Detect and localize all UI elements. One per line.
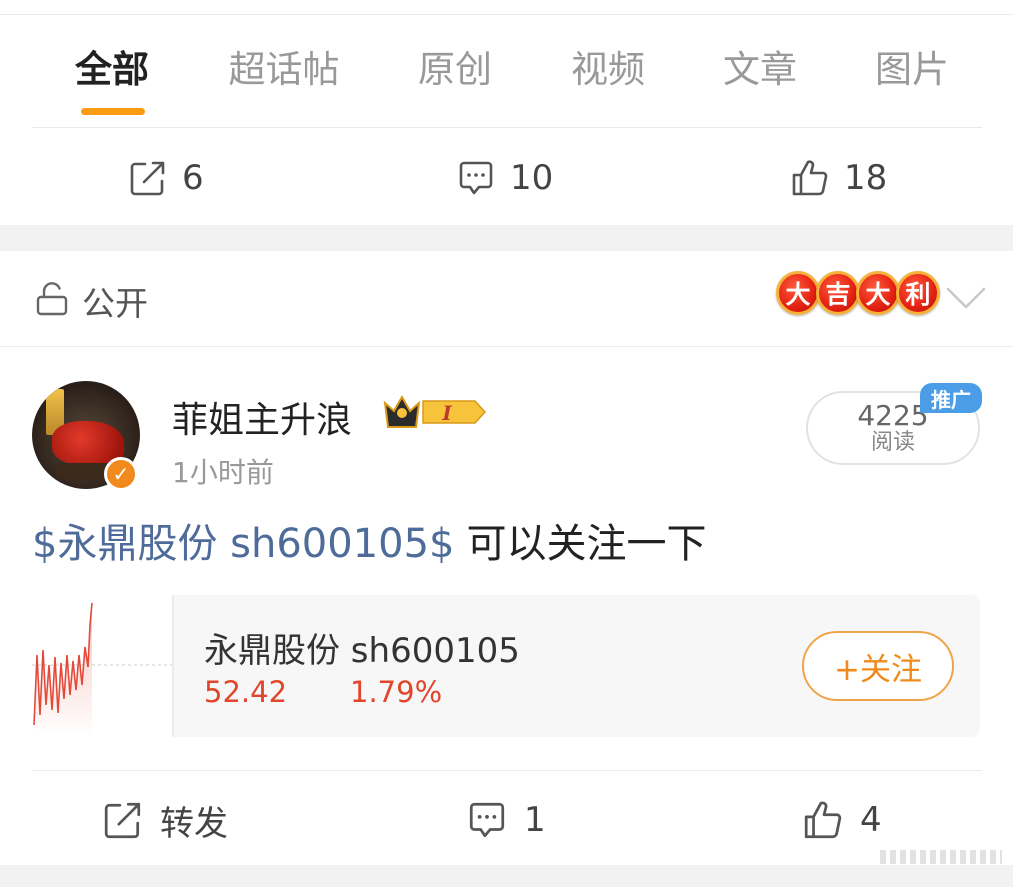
prev-comment-button[interactable]: 10 <box>456 156 553 200</box>
stock-name: 永鼎股份 sh600105 <box>204 631 520 671</box>
reads-label: 阅读 <box>870 430 915 455</box>
comment-button[interactable]: 1 <box>466 797 546 843</box>
tab-images[interactable]: 图片 <box>842 50 982 90</box>
post-text: $永鼎股份 sh600105$ 可以关注一下 <box>32 519 707 569</box>
stock-mini-chart <box>32 595 174 737</box>
tabs-panel: 全部 超话帖 原创 视频 文章 图片 6 10 18 <box>0 0 1013 225</box>
repost-button[interactable]: 转发 <box>102 797 228 844</box>
stock-card[interactable]: 永鼎股份 sh600105 52.42 1.79% +关注 <box>32 595 980 737</box>
stock-change: 1.79% <box>350 675 443 709</box>
tab-original[interactable]: 原创 <box>385 50 525 90</box>
tab-video[interactable]: 视频 <box>538 50 678 90</box>
post-time: 1小时前 <box>172 456 274 489</box>
prev-like-button[interactable]: 18 <box>790 156 887 200</box>
fortune-char: 利 <box>896 271 940 315</box>
page-indicator <box>880 850 1002 864</box>
stock-hashtag-link[interactable]: $永鼎股份 sh600105$ <box>32 521 455 567</box>
divider <box>0 14 1013 15</box>
thumbs-up-icon <box>804 801 842 839</box>
prev-repost-button[interactable]: 6 <box>128 156 204 200</box>
like-count: 4 <box>860 800 882 840</box>
like-button[interactable]: 4 <box>802 797 882 843</box>
vip-crown-icon: I <box>383 394 487 428</box>
fortune-char: 大 <box>776 271 820 315</box>
stock-sparkline <box>32 602 172 737</box>
stock-price: 52.42 <box>204 675 288 709</box>
like-count: 18 <box>844 158 888 198</box>
divider <box>0 346 1013 347</box>
tab-topic-posts[interactable]: 超话帖 <box>214 50 354 90</box>
fortune-char: 大 <box>856 271 900 315</box>
vip-level: I <box>441 401 452 425</box>
follow-stock-button[interactable]: +关注 <box>802 631 954 701</box>
thumbs-up-icon <box>792 160 828 196</box>
visibility-row: 公开 大 吉 大 利 <box>0 251 1013 346</box>
author-name[interactable]: 菲姐主升浪 <box>172 391 352 443</box>
verified-badge-icon: ✓ <box>104 457 138 491</box>
divider <box>32 127 982 128</box>
post-content: 可以关注一下 <box>466 521 707 567</box>
comment-icon <box>459 161 493 195</box>
share-icon <box>104 802 141 839</box>
comment-icon <box>469 802 505 838</box>
fortune-badge: 大 吉 大 利 <box>776 271 940 321</box>
comment-count: 1 <box>524 800 546 840</box>
share-icon <box>130 161 165 196</box>
chevron-down-icon[interactable] <box>944 283 988 313</box>
active-tab-indicator <box>81 108 145 115</box>
repost-count: 6 <box>182 158 204 198</box>
lock-open-icon <box>36 282 68 316</box>
promo-tag: 推广 <box>920 383 982 413</box>
comment-count: 10 <box>510 158 554 198</box>
tab-article[interactable]: 文章 <box>690 50 830 90</box>
post-card: 公开 大 吉 大 利 ✓ 菲姐主升浪 I 1小时前 4225 阅读 推广 $永鼎… <box>0 251 1013 865</box>
tab-all[interactable]: 全部 <box>42 50 182 90</box>
divider <box>32 770 982 771</box>
repost-label: 转发 <box>160 803 228 844</box>
visibility-label: 公开 <box>82 284 148 323</box>
fortune-char: 吉 <box>816 271 860 315</box>
